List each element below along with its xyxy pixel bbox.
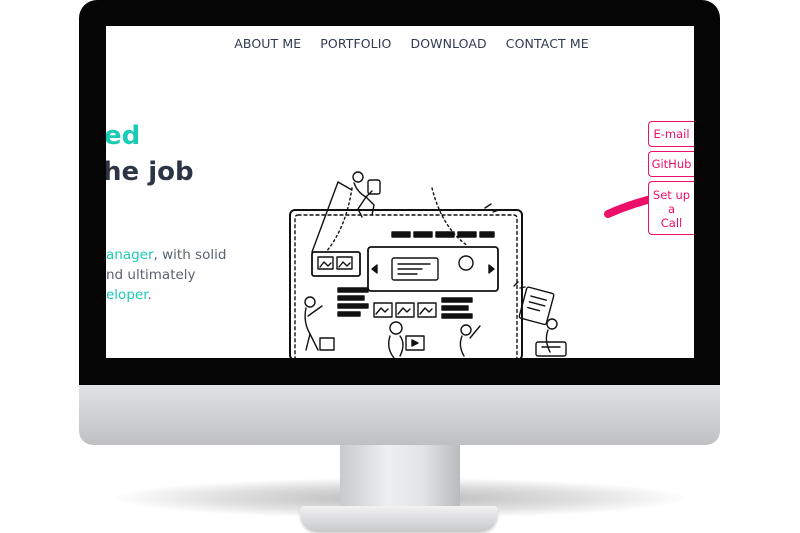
github-button[interactable]: GitHub bbox=[648, 151, 694, 177]
desc-highlight-2: eloper bbox=[106, 287, 148, 303]
desc-text-1: , with solid bbox=[153, 247, 227, 263]
top-navigation: ABOUT ME PORTFOLIO DOWNLOAD CONTACT ME bbox=[106, 36, 694, 51]
nav-download[interactable]: DOWNLOAD bbox=[410, 36, 486, 51]
nav-about-me[interactable]: ABOUT ME bbox=[234, 36, 301, 51]
setup-call-button[interactable]: Set up a Call bbox=[648, 181, 694, 235]
setup-call-label-2: Call bbox=[660, 216, 683, 230]
website-screen: ABOUT ME PORTFOLIO DOWNLOAD CONTACT ME e… bbox=[106, 26, 694, 358]
email-button[interactable]: E-mail bbox=[648, 121, 694, 147]
monitor-stand-base bbox=[300, 506, 498, 532]
hero-heading-line2: he job bbox=[106, 157, 194, 187]
setup-call-label-1: Set up a bbox=[652, 188, 691, 216]
desc-text-2: nd ultimately bbox=[106, 267, 196, 283]
nav-portfolio[interactable]: PORTFOLIO bbox=[320, 36, 391, 51]
hero-heading-line1: ed bbox=[106, 121, 141, 151]
monitor-chin bbox=[79, 385, 720, 445]
web-design-illustration bbox=[289, 171, 567, 358]
hero-description: anager, with solid nd ultimately eloper. bbox=[106, 245, 246, 305]
desc-highlight-1: anager bbox=[106, 247, 154, 263]
monitor-stand-neck bbox=[340, 444, 460, 514]
contact-side-buttons: E-mail GitHub Set up a Call bbox=[648, 121, 694, 235]
nav-contact-me[interactable]: CONTACT ME bbox=[506, 36, 589, 51]
desc-text-3: . bbox=[147, 287, 152, 303]
